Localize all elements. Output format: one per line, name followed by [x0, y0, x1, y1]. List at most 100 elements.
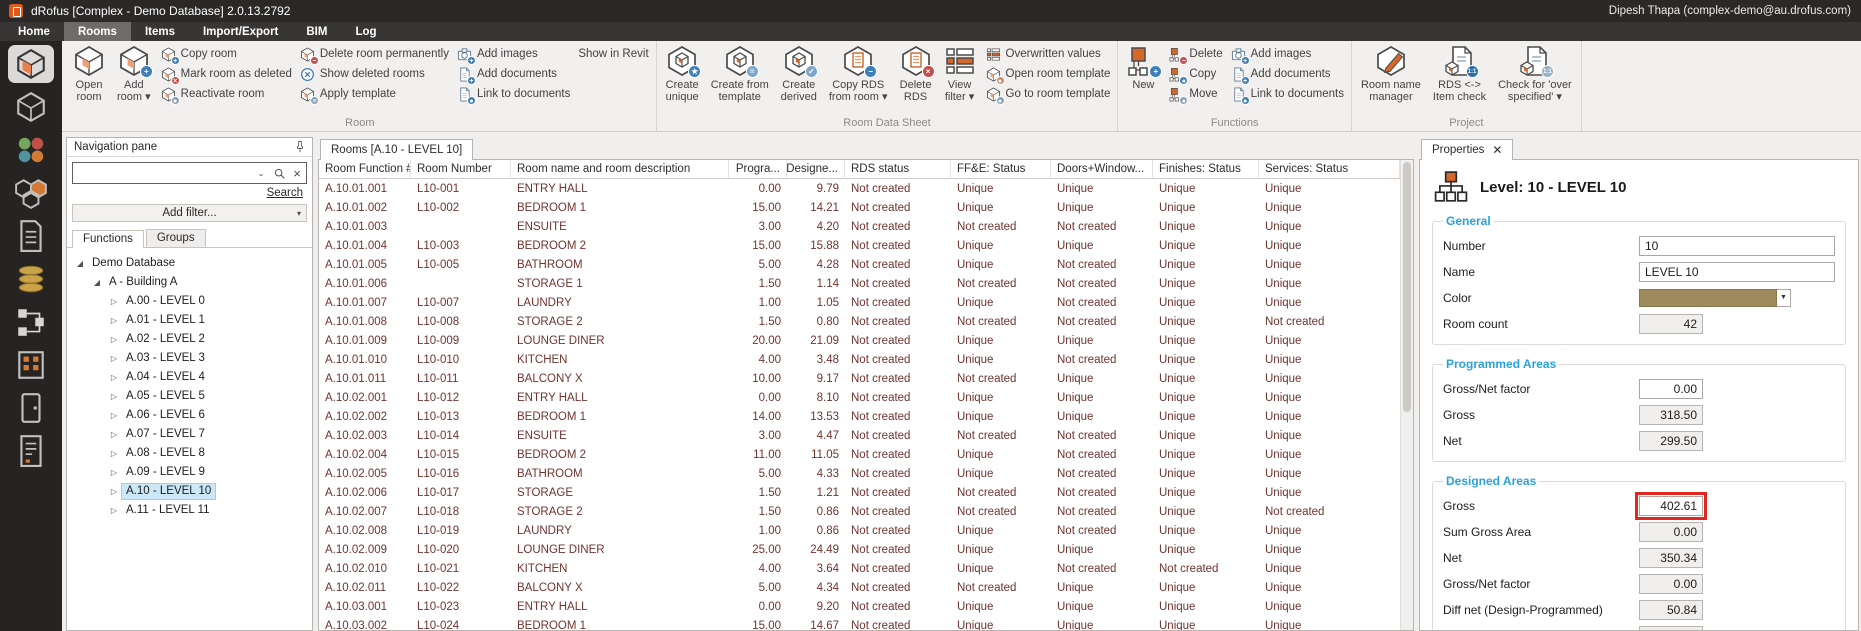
color-field[interactable]: ▼ — [1639, 289, 1791, 307]
color-dropdown-icon[interactable]: ▼ — [1777, 289, 1791, 307]
table-row[interactable]: A.10.02.002L10-013BEDROOM 114.0013.53Not… — [319, 407, 1400, 426]
create-derived-button[interactable]: ✓Create derived — [779, 42, 819, 103]
mark-room-as-deleted-button[interactable]: ×Mark room as deleted — [161, 66, 292, 82]
delete-rds-button[interactable]: ×Delete RDS — [898, 42, 934, 103]
table-row[interactable]: A.10.01.005L10-005BATHROOM5.004.28Not cr… — [319, 255, 1400, 274]
vertical-scrollbar[interactable] — [1400, 160, 1413, 630]
table-row[interactable]: A.10.01.009L10-009LOUNGE DINER20.0021.09… — [319, 331, 1400, 350]
table-row[interactable]: A.10.01.002L10-002BEDROOM 115.0014.21Not… — [319, 198, 1400, 217]
gross-net-factor-field[interactable] — [1639, 379, 1703, 399]
tree-item-a-00-level-0[interactable]: ▷A.00 - LEVEL 0 — [67, 292, 312, 311]
sidebar-item-products[interactable] — [8, 174, 54, 212]
tree-item-a-02-level-2[interactable]: ▷A.02 - LEVEL 2 — [67, 330, 312, 349]
table-row[interactable]: A.10.03.002L10-024BEDROOM 115.0014.67Not… — [319, 616, 1400, 630]
expand-icon[interactable]: ▷ — [107, 335, 121, 344]
rooms-document-tab[interactable]: Rooms [A.10 - LEVEL 10] — [320, 139, 473, 160]
column-header-finishes-status[interactable]: Finishes: Status — [1153, 160, 1259, 178]
table-row[interactable]: A.10.02.006L10-017STORAGE1.501.21Not cre… — [319, 483, 1400, 502]
column-header-room-name-and-room-description[interactable]: Room name and room description — [511, 160, 729, 178]
table-row[interactable]: A.10.01.004L10-003BEDROOM 215.0015.88Not… — [319, 236, 1400, 255]
tree-item-a-09-level-9[interactable]: ▷A.09 - LEVEL 9 — [67, 463, 312, 482]
reactivate-room-button[interactable]: ●Reactivate room — [161, 86, 292, 102]
room-name-manager-button[interactable]: Room name manager — [1359, 42, 1423, 103]
search-dropdown-icon[interactable]: ⌄ — [252, 169, 270, 178]
table-row[interactable]: A.10.01.006STORAGE 11.501.14Not createdN… — [319, 274, 1400, 293]
sidebar-item-reports[interactable] — [8, 432, 54, 470]
rds-item-check-button[interactable]: 1:1RDS <-> Item check — [1431, 42, 1488, 103]
close-properties-icon[interactable]: ✕ — [1492, 145, 1502, 155]
apply-template-button[interactable]: ≡Apply template — [300, 86, 449, 102]
expand-icon[interactable]: ▷ — [107, 506, 121, 515]
menu-tab-home[interactable]: Home — [4, 22, 64, 41]
table-row[interactable]: A.10.02.011L10-022BALCONY X5.004.34Not c… — [319, 578, 1400, 597]
table-row[interactable]: A.10.01.010L10-010KITCHEN4.003.48Not cre… — [319, 350, 1400, 369]
add-filter-button[interactable]: Add filter... ▾ — [72, 204, 307, 222]
delete-room-permanently-button[interactable]: −Delete room permanently — [300, 46, 449, 62]
tree-item-a-08-level-8[interactable]: ▷A.08 - LEVEL 8 — [67, 444, 312, 463]
copy-room-button[interactable]: +Copy room — [161, 46, 292, 62]
table-row[interactable]: A.10.01.007L10-007LAUNDRY1.001.05Not cre… — [319, 293, 1400, 312]
column-header-services-status[interactable]: Services: Status — [1259, 160, 1400, 178]
move-button[interactable]: ●Move — [1169, 86, 1222, 102]
add-images-button[interactable]: +Add images — [457, 46, 570, 62]
link-to-documents-button[interactable]: ●Link to documents — [457, 86, 570, 102]
search-icon[interactable] — [270, 167, 288, 180]
tree-item-a-06-level-6[interactable]: ▷A.06 - LEVEL 6 — [67, 406, 312, 425]
collapse-icon[interactable]: ◢ — [90, 278, 104, 287]
pin-icon[interactable] — [293, 140, 307, 154]
column-header-ff-e-status[interactable]: FF&E: Status — [951, 160, 1051, 178]
table-row[interactable]: A.10.02.008L10-019LAUNDRY1.000.86Not cre… — [319, 521, 1400, 540]
table-row[interactable]: A.10.02.001L10-012ENTRY HALL0.008.10Not … — [319, 388, 1400, 407]
name-field[interactable] — [1639, 262, 1835, 282]
sidebar-item-rooms[interactable] — [8, 45, 54, 83]
tree-item-a-07-level-7[interactable]: ▷A.07 - LEVEL 7 — [67, 425, 312, 444]
expand-icon[interactable]: ▷ — [107, 373, 121, 382]
view-filter-button[interactable]: View filter ▾ — [942, 42, 978, 103]
open-room-button[interactable]: Open room — [71, 42, 107, 103]
column-header-progra[interactable]: Progra... — [729, 160, 787, 178]
expand-icon[interactable]: ▷ — [107, 392, 121, 401]
clear-search-icon[interactable]: × — [288, 166, 306, 181]
tree-item-a-01-level-1[interactable]: ▷A.01 - LEVEL 1 — [67, 311, 312, 330]
sidebar-item-door-schedule[interactable] — [8, 389, 54, 427]
expand-icon[interactable]: ▷ — [107, 430, 121, 439]
scrollbar-thumb[interactable] — [1403, 162, 1411, 412]
add-room-button[interactable]: +Add room ▾ — [115, 42, 153, 103]
tree-item-a-building-a[interactable]: ◢A - Building A — [67, 273, 312, 292]
table-row[interactable]: A.10.02.003L10-014ENSUITE3.004.47Not cre… — [319, 426, 1400, 445]
table-row[interactable]: A.10.02.010L10-021KITCHEN4.003.64Not cre… — [319, 559, 1400, 578]
table-row[interactable]: A.10.03.001L10-023ENTRY HALL0.009.20Not … — [319, 597, 1400, 616]
show-in-revit-button[interactable]: Show in Revit — [578, 46, 648, 62]
menu-tab-import-export[interactable]: Import/Export — [189, 22, 292, 41]
properties-tab[interactable]: Properties ✕ — [1421, 139, 1513, 160]
table-row[interactable]: A.10.01.008L10-008STORAGE 21.500.80Not c… — [319, 312, 1400, 331]
search-input[interactable] — [73, 164, 252, 182]
table-row[interactable]: A.10.02.005L10-016BATHROOM5.004.33Not cr… — [319, 464, 1400, 483]
search-link[interactable]: Search — [267, 187, 303, 199]
expand-icon[interactable]: ▷ — [107, 297, 121, 306]
expand-icon[interactable]: ▷ — [107, 468, 121, 477]
copy-button[interactable]: ●Copy — [1169, 66, 1222, 82]
column-header-designe[interactable]: Designe... — [787, 160, 845, 178]
nav-tab-functions[interactable]: Functions — [72, 230, 144, 248]
expand-icon[interactable]: ▷ — [107, 487, 121, 496]
add-images-button[interactable]: +Add images — [1231, 46, 1344, 62]
menu-tab-rooms[interactable]: Rooms — [64, 22, 131, 41]
overwritten-values-button[interactable]: Overwritten values — [986, 46, 1111, 62]
column-header-room-number[interactable]: Room Number — [411, 160, 511, 178]
menu-tab-log[interactable]: Log — [341, 22, 390, 41]
column-header-room-function[interactable]: Room Function #: — [319, 160, 411, 178]
show-deleted-rooms-button[interactable]: Show deleted rooms — [300, 66, 449, 82]
expand-icon[interactable]: ▷ — [107, 316, 121, 325]
new-button[interactable]: +New — [1125, 42, 1161, 91]
tree-item-a-11-level-11[interactable]: ▷A.11 - LEVEL 11 — [67, 501, 312, 520]
table-row[interactable]: A.10.01.001L10-001ENTRY HALL0.009.79Not … — [319, 179, 1400, 198]
check-for-over-specified-button[interactable]: 1:1Check for 'over specified' ▾ — [1496, 42, 1574, 103]
sidebar-item-item-status[interactable] — [8, 131, 54, 169]
menu-tab-bim[interactable]: BIM — [292, 22, 341, 41]
link-to-documents-button[interactable]: ●Link to documents — [1231, 86, 1344, 102]
sidebar-item-documents[interactable] — [8, 217, 54, 255]
column-header-rds-status[interactable]: RDS status — [845, 160, 951, 178]
tree-item-a-05-level-5[interactable]: ▷A.05 - LEVEL 5 — [67, 387, 312, 406]
column-header-doors-window[interactable]: Doors+Window... — [1051, 160, 1153, 178]
